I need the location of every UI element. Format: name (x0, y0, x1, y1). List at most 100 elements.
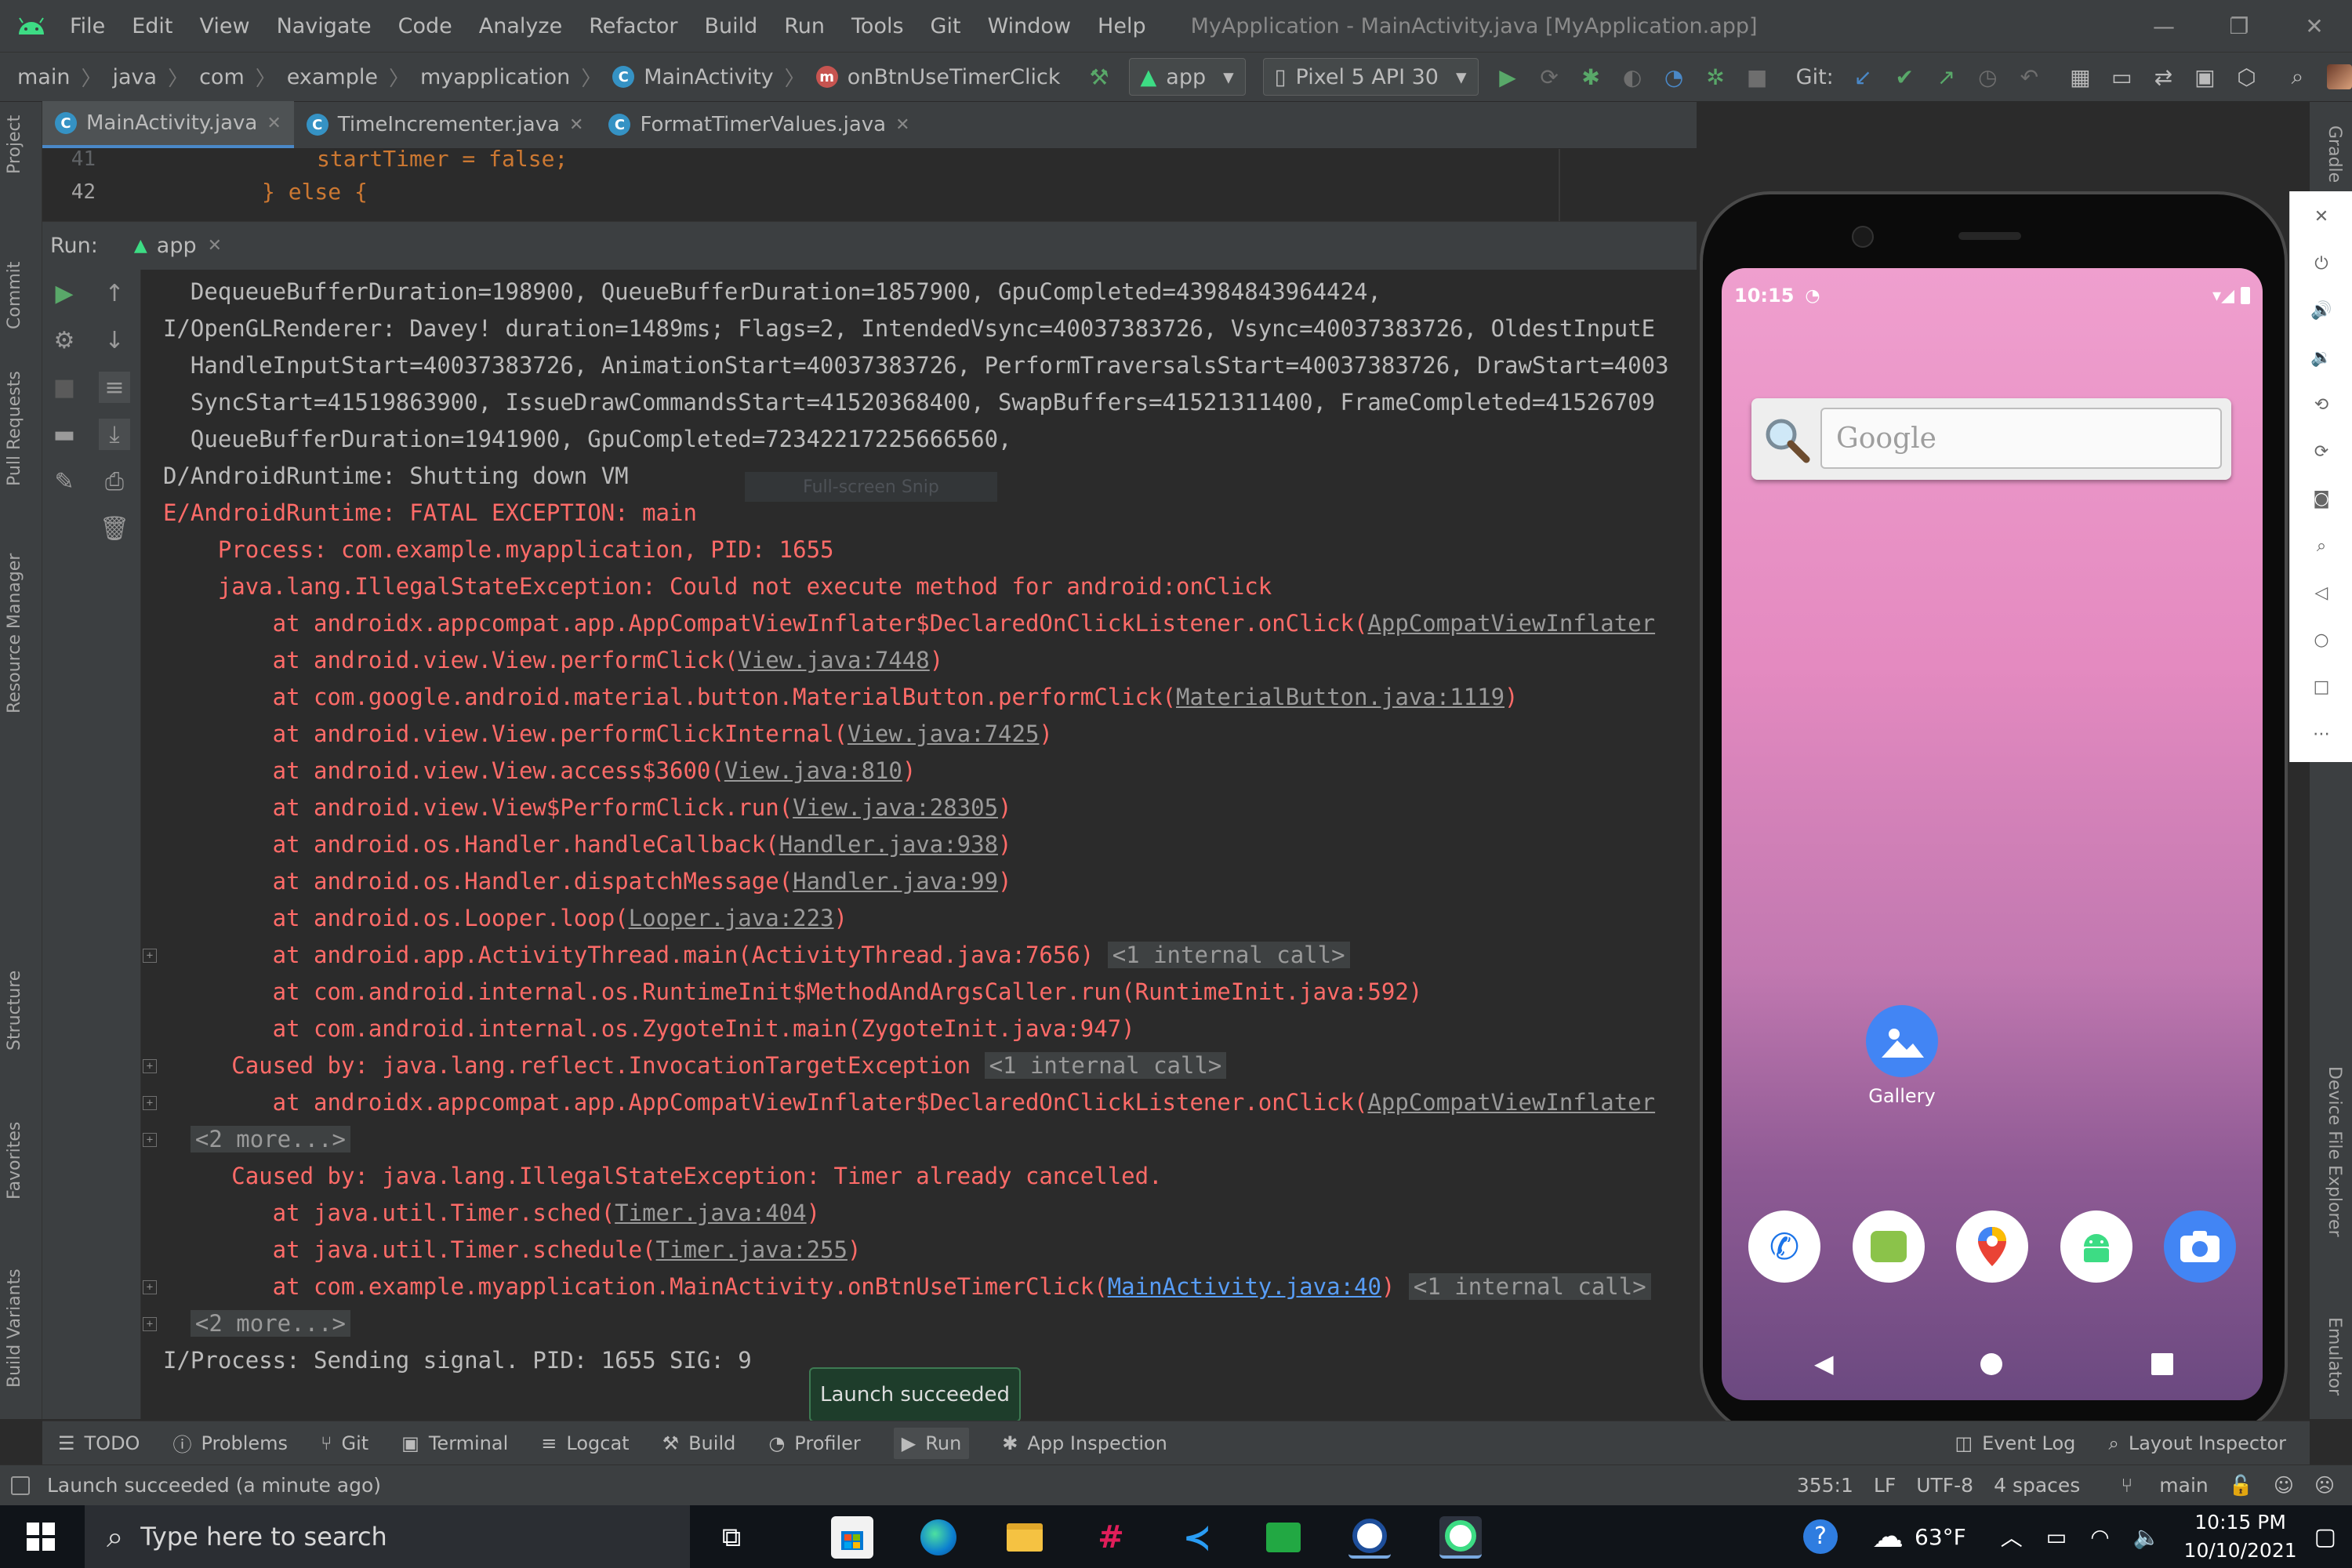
google-search-widget[interactable]: Google (1751, 398, 2231, 480)
store-app-icon[interactable] (831, 1516, 873, 1559)
pull-requests-panel-tab[interactable]: Pull Requests (5, 371, 24, 486)
menu-refactor[interactable]: Refactor (575, 14, 691, 38)
screenshot-icon[interactable]: ◙ (2307, 485, 2336, 513)
messages-app-icon[interactable] (1852, 1210, 1925, 1283)
git-push-icon[interactable]: ↗ (1934, 62, 1958, 92)
vscode-app-icon[interactable]: ≺ (1176, 1516, 1218, 1559)
menu-git[interactable]: Git (917, 14, 975, 38)
expand-fold-icon[interactable]: + (143, 1317, 157, 1331)
close-window-icon[interactable]: ✕ (2277, 0, 2352, 52)
menu-window[interactable]: Window (975, 14, 1084, 38)
run-console-output[interactable]: DequeueBufferDuration=198900, QueueBuffe… (141, 270, 1701, 1419)
apply-changes-icon[interactable]: ⟳ (1537, 62, 1562, 92)
line-separator[interactable]: LF (1874, 1474, 1896, 1497)
menu-build[interactable]: Build (691, 14, 771, 38)
folded-calls-badge[interactable]: <1 internal call> (1107, 942, 1350, 968)
menu-run[interactable]: Run (771, 14, 838, 38)
git-branch-widget[interactable]: ⑂ main (2100, 1474, 2208, 1497)
file-encoding[interactable]: UTF-8 (1916, 1474, 1973, 1497)
stack-trace-link[interactable]: View.java:7448 (738, 647, 929, 673)
file-explorer-icon[interactable] (1004, 1516, 1046, 1559)
close-tab-icon[interactable]: ✕ (267, 114, 281, 133)
favorites-panel-tab[interactable]: Favorites (5, 1122, 24, 1200)
chevron-up-icon[interactable]: ︿ (2001, 1521, 2023, 1552)
volume-down-icon[interactable]: 🔉 (2307, 343, 2336, 372)
toggle-tool-windows-icon[interactable] (11, 1476, 30, 1495)
stack-trace-link[interactable]: Looper.java:223 (629, 905, 834, 931)
menu-navigate[interactable]: Navigate (263, 14, 385, 38)
arrow-up-icon[interactable]: ↑ (99, 278, 130, 309)
edge-browser-icon[interactable] (917, 1516, 960, 1559)
windows-start-icon[interactable] (27, 1523, 55, 1554)
tab-logcat[interactable]: ≡ Logcat (541, 1432, 629, 1454)
more-options-icon[interactable]: ⋯ (2307, 720, 2336, 748)
profile-icon[interactable]: ◔ (1662, 62, 1686, 92)
resource-manager-panel-tab[interactable]: Resource Manager (5, 554, 24, 713)
run-icon[interactable]: ▶ (1496, 62, 1520, 92)
stack-trace-link[interactable]: View.java:7425 (848, 720, 1039, 747)
close-icon[interactable]: ✕ (2307, 202, 2336, 230)
notifications-icon[interactable]: ☹ (2314, 1474, 2335, 1497)
zoom-icon[interactable]: ⌕ (2307, 532, 2336, 560)
indent-setting[interactable]: 4 spaces (1994, 1474, 2080, 1497)
face-icon[interactable]: ☺ (2274, 1474, 2294, 1497)
debug-icon[interactable]: ✱ (1579, 62, 1603, 92)
overview-icon[interactable]: □ (2307, 673, 2336, 701)
google-search-input[interactable]: Google (1820, 408, 2222, 469)
build-variants-panel-tab[interactable]: Build Variants (5, 1269, 24, 1388)
search-icon[interactable]: ⌕ (2285, 62, 2310, 92)
tab-event-log[interactable]: ◫ Event Log (1955, 1432, 2075, 1454)
android-studio-app-icon[interactable] (2060, 1210, 2132, 1283)
power-icon[interactable]: ⏻ (2307, 249, 2336, 278)
stack-trace-link[interactable]: AppCompatViewInflater (1367, 1089, 1655, 1116)
volume-tray-icon[interactable]: 🔈 (2133, 1524, 2161, 1550)
arrow-down-icon[interactable]: ↓ (99, 325, 130, 356)
stack-trace-link[interactable]: MainActivity.java:40 (1108, 1273, 1381, 1300)
gallery-app-icon[interactable]: Gallery (1855, 1005, 1949, 1107)
device-dropdown[interactable]: ▯ Pixel 5 API 30 ▾ (1262, 58, 1479, 96)
avatar[interactable] (2326, 62, 2352, 92)
tab-layout-inspector[interactable]: ⌕ Layout Inspector (2108, 1432, 2286, 1454)
menu-analyze[interactable]: Analyze (466, 14, 575, 38)
git-commit-icon[interactable]: ✔ (1893, 62, 1917, 92)
back-icon[interactable]: ◁ (2307, 579, 2336, 607)
tab-run[interactable]: ▶ Run (893, 1427, 970, 1459)
wifi-tray-icon[interactable]: ◠ (2090, 1524, 2109, 1550)
gradle-panel-tab[interactable]: Gradle (2325, 125, 2344, 183)
tab-terminal[interactable]: ▣ Terminal (401, 1432, 508, 1454)
rotate-left-icon[interactable]: ⟲ (2307, 390, 2336, 419)
wrench-icon[interactable]: ⚙ (49, 325, 80, 356)
minimize-window-icon[interactable]: — (2126, 0, 2201, 52)
volume-up-icon[interactable]: 🔊 (2307, 296, 2336, 325)
commit-panel-tab[interactable]: Commit (5, 262, 24, 329)
stack-trace-link[interactable]: Handler.java:99 (793, 868, 998, 895)
notification-center-icon[interactable]: ▢ (2314, 1523, 2336, 1551)
soft-wrap-icon[interactable]: ≡ (99, 372, 130, 403)
stop-icon[interactable]: ■ (1745, 62, 1769, 92)
tab-problems[interactable]: ⓘ Problems (172, 1429, 288, 1457)
tab-git[interactable]: ⑂ Git (321, 1432, 368, 1454)
taskbar-clock[interactable]: 10:15 PM 10/10/2021 (2184, 1508, 2297, 1565)
sync-gradle-icon[interactable]: ⇄ (2151, 62, 2176, 92)
expand-fold-icon[interactable]: + (143, 1096, 157, 1110)
menu-code[interactable]: Code (385, 14, 466, 38)
scroll-to-end-icon[interactable]: ⤓ (99, 419, 130, 450)
caret-position[interactable]: 355:1 (1797, 1474, 1853, 1497)
stack-trace-link[interactable]: Timer.java:255 (656, 1236, 848, 1263)
tab-todo[interactable]: ☰ TODO (58, 1432, 140, 1454)
help-tray-icon[interactable]: ? (1803, 1519, 1838, 1554)
tab-mainactivity[interactable]: C MainActivity.java ✕ (42, 101, 294, 148)
folded-calls-badge[interactable]: <2 more...> (190, 1310, 350, 1337)
pin-icon[interactable]: ✎ (49, 466, 80, 497)
rerun-icon[interactable]: ▶ (49, 278, 80, 309)
tab-profiler[interactable]: ◔ Profiler (768, 1432, 860, 1454)
layout-icon[interactable]: ▬ (49, 419, 80, 450)
expand-fold-icon[interactable]: + (143, 1280, 157, 1294)
camera-app-icon[interactable] (2164, 1210, 2236, 1283)
stack-trace-link[interactable]: View.java:28305 (793, 794, 998, 821)
folded-calls-badge[interactable]: <1 internal call> (984, 1052, 1227, 1079)
breadcrumb-com[interactable]: com (199, 65, 245, 89)
breadcrumb-method[interactable]: m onBtnUseTimerClick (815, 65, 1061, 89)
restore-window-icon[interactable]: ❐ (2201, 0, 2277, 52)
structure-panel-tab[interactable]: Structure (5, 971, 24, 1051)
